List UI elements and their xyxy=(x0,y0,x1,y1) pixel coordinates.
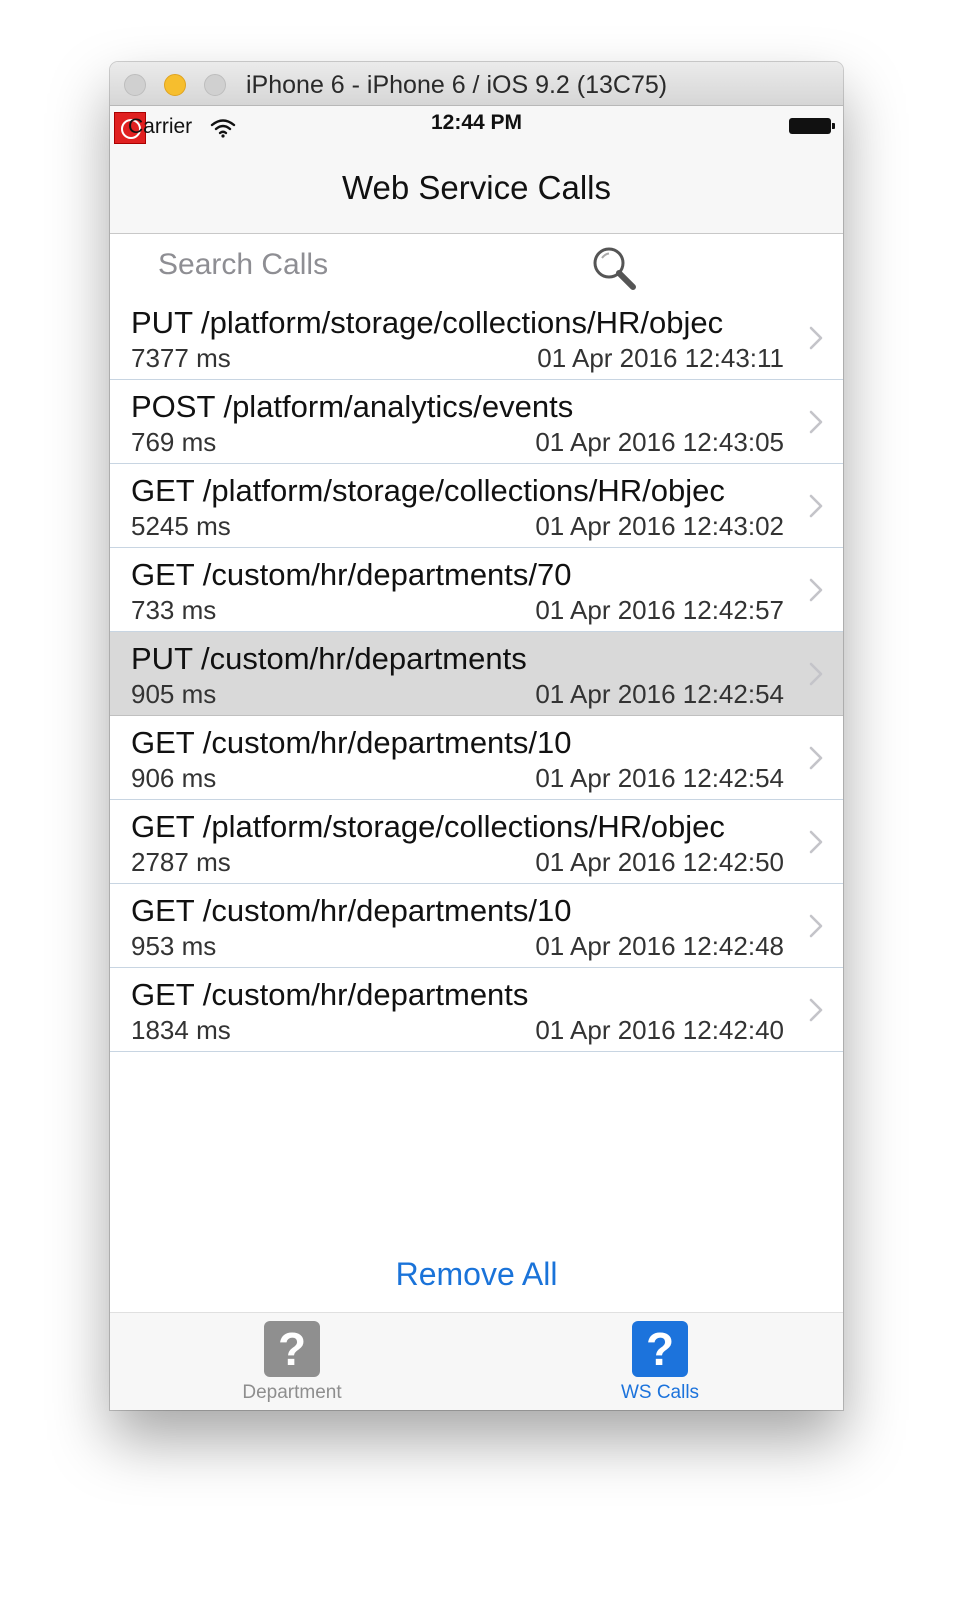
search-icon[interactable] xyxy=(590,244,638,292)
call-request: GET /custom/hr/departments/10 xyxy=(131,725,572,760)
chevron-right-icon xyxy=(809,746,823,770)
battery-icon xyxy=(789,118,835,134)
call-request: GET /platform/storage/collections/HR/obj… xyxy=(131,809,725,844)
calls-list: PUT /platform/storage/collections/HR/obj… xyxy=(110,296,843,1052)
call-timestamp: 01 Apr 2016 12:43:05 xyxy=(535,427,784,457)
call-request: PUT /platform/storage/collections/HR/obj… xyxy=(131,305,724,340)
tab-bar: ? Department ? WS Calls xyxy=(110,1312,843,1410)
call-duration: 7377 ms xyxy=(131,343,231,373)
call-request: GET /platform/storage/collections/HR/obj… xyxy=(131,473,725,508)
window-title: iPhone 6 - iPhone 6 / iOS 9.2 (13C75) xyxy=(246,71,668,99)
chevron-right-icon xyxy=(809,410,823,434)
search-input[interactable] xyxy=(158,242,578,288)
device-screen: Carrier 12:44 PM Web Service Calls Searc… xyxy=(110,106,843,1410)
tab-ws-calls-label: WS Calls xyxy=(620,1382,700,1403)
call-timestamp: 01 Apr 2016 12:43:11 xyxy=(537,343,784,373)
question-icon: ? xyxy=(632,1321,688,1377)
question-icon: ? xyxy=(264,1321,320,1377)
chevron-right-icon xyxy=(809,494,823,518)
call-duration: 905 ms xyxy=(131,679,217,709)
zoom-window-button[interactable] xyxy=(204,74,226,96)
call-duration: 5245 ms xyxy=(131,511,231,541)
call-duration: 953 ms xyxy=(131,931,217,961)
call-duration: 2787 ms xyxy=(131,847,231,877)
call-request: GET /custom/hr/departments/10 xyxy=(131,893,572,928)
call-timestamp: 01 Apr 2016 12:43:02 xyxy=(535,511,784,541)
call-timestamp: 01 Apr 2016 12:42:40 xyxy=(535,1015,784,1045)
minimize-window-button[interactable] xyxy=(164,74,186,96)
call-timestamp: 01 Apr 2016 12:42:54 xyxy=(535,763,784,793)
tab-department-label: Department xyxy=(242,1382,342,1403)
table-row[interactable]: GET /custom/hr/departments 1834 ms 01 Apr … xyxy=(110,968,843,1052)
call-duration: 1834 ms xyxy=(131,1015,231,1045)
simulator-window: iPhone 6 - iPhone 6 / iOS 9.2 (13C75) Ca… xyxy=(110,62,843,1410)
remove-all-button[interactable]: Remove All xyxy=(110,1256,843,1293)
search-bar xyxy=(110,234,843,296)
call-timestamp: 01 Apr 2016 12:42:57 xyxy=(535,595,784,625)
table-row[interactable]: GET /custom/hr/departments/10 906 ms 01 Ap… xyxy=(110,716,843,800)
table-row[interactable]: GET /platform/storage/collections/HR/obj… xyxy=(110,800,843,884)
status-bar: Carrier 12:44 PM xyxy=(110,106,843,146)
table-row[interactable]: GET /custom/hr/departments/70 733 ms 01 Ap… xyxy=(110,548,843,632)
call-duration: 769 ms xyxy=(131,427,217,457)
table-row[interactable]: GET /custom/hr/departments/10 953 ms 01 Ap… xyxy=(110,884,843,968)
window-titlebar: iPhone 6 - iPhone 6 / iOS 9.2 (13C75) xyxy=(110,62,843,106)
chevron-right-icon xyxy=(809,914,823,938)
call-request: POST /platform/analytics/events xyxy=(131,389,574,424)
chevron-right-icon xyxy=(809,326,823,350)
chevron-right-icon xyxy=(809,830,823,854)
call-request: PUT /custom/hr/departments xyxy=(131,641,527,676)
call-timestamp: 01 Apr 2016 12:42:54 xyxy=(535,679,784,709)
tab-ws-calls[interactable]: ? WS Calls xyxy=(560,1313,760,1410)
table-row[interactable]: POST /platform/analytics/events 769 ms 01 … xyxy=(110,380,843,464)
call-duration: 733 ms xyxy=(131,595,217,625)
status-time: 12:44 PM xyxy=(430,111,523,134)
call-timestamp: 01 Apr 2016 12:42:50 xyxy=(535,847,784,877)
call-request: GET /custom/hr/departments xyxy=(131,977,529,1012)
table-row[interactable]: PUT /custom/hr/departments 905 ms 01 Apr 2… xyxy=(110,632,843,716)
chevron-right-icon xyxy=(809,998,823,1022)
call-request: GET /custom/hr/departments/70 xyxy=(131,557,572,592)
page-title: Web Service Calls xyxy=(342,169,611,206)
close-window-button[interactable] xyxy=(124,74,146,96)
table-row[interactable]: GET /platform/storage/collections/HR/obj… xyxy=(110,464,843,548)
call-timestamp: 01 Apr 2016 12:42:48 xyxy=(535,931,784,961)
chevron-right-icon xyxy=(809,578,823,602)
tab-department[interactable]: ? Department xyxy=(192,1313,392,1410)
table-row[interactable]: PUT /platform/storage/collections/HR/obj… xyxy=(110,296,843,380)
chevron-right-icon xyxy=(809,662,823,686)
navigation-bar: Web Service Calls xyxy=(110,146,843,234)
call-duration: 906 ms xyxy=(131,763,217,793)
